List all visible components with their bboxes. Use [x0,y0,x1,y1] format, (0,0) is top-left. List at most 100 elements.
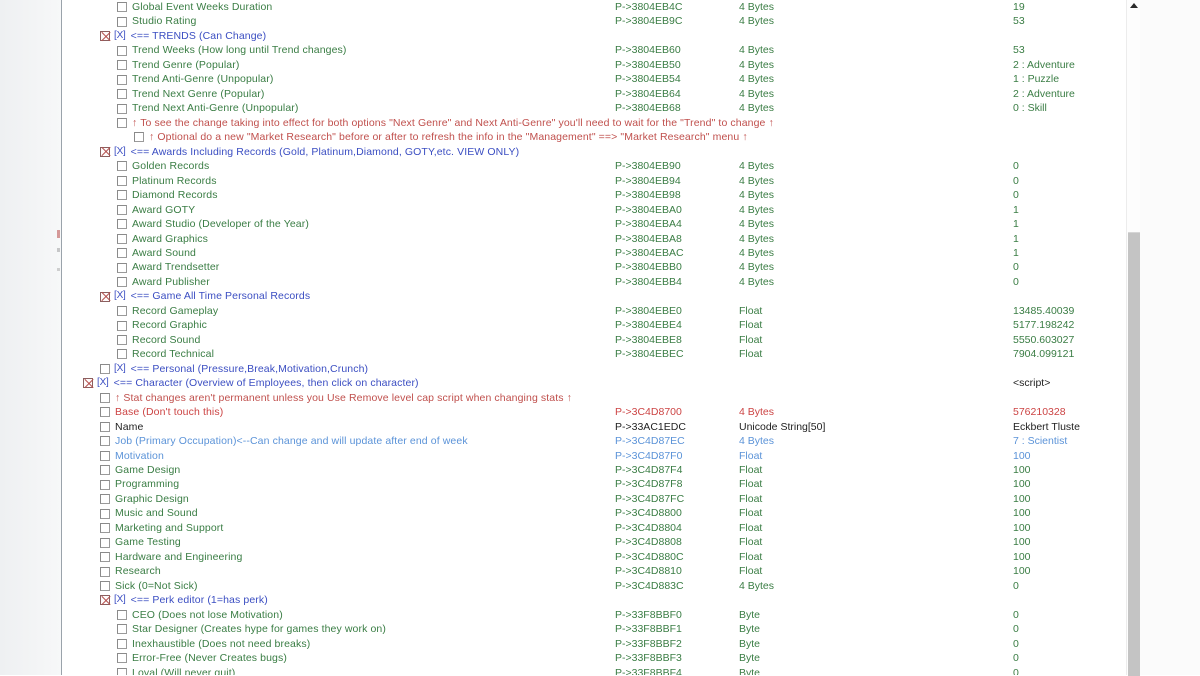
entry-checkbox[interactable] [100,465,110,476]
entry-address-cell[interactable]: P->3804EBE8 [615,333,682,347]
entry-description-cell[interactable]: Inexhaustible (Does not need breaks) [117,637,310,651]
entry-type-cell[interactable]: Float [739,564,762,578]
entry-checkbox[interactable] [117,335,127,346]
entry-description-cell[interactable]: Golden Records [117,159,209,173]
cheat-entry-row[interactable]: Game Design P->3C4D87F4 Float 100 [70,463,1126,477]
cheat-entry-row[interactable]: Hardware and Engineering P->3C4D880C Float… [70,550,1126,564]
entry-address-cell[interactable]: P->3C4D87FC [615,492,684,506]
entry-value-cell[interactable]: 100 [1013,564,1031,578]
entry-checkbox[interactable] [117,638,127,649]
cheat-entry-row[interactable]: Record Technical P->3804EBEC Float 7904.099… [70,347,1126,361]
entry-type-cell[interactable]: 4 Bytes [739,58,774,72]
entry-checkbox[interactable] [117,624,127,635]
cheat-entry-row[interactable]: Star Designer (Creates hype for games th… [70,622,1126,636]
entry-type-cell[interactable]: 4 Bytes [739,87,774,101]
entry-type-cell[interactable]: Float [739,506,762,520]
entry-type-cell[interactable]: 4 Bytes [739,405,774,419]
entry-value-cell[interactable]: 53 [1013,43,1025,57]
cheat-entry-row[interactable]: Music and Sound P->3C4D8800 Float 100 [70,506,1126,520]
entry-description-cell[interactable]: Star Designer (Creates hype for games th… [117,622,386,636]
entry-description-cell[interactable]: Global Event Weeks Duration [117,0,272,14]
entry-checkbox[interactable] [117,262,127,273]
entry-description-cell[interactable]: [X] <== Game All Time Personal Records [100,289,310,303]
entry-checkbox[interactable] [117,74,127,85]
entry-address-cell[interactable]: P->3804EB94 [615,174,681,188]
entry-type-cell[interactable]: Unicode String[50] [739,420,825,434]
entry-value-cell[interactable]: 576210328 [1013,405,1066,419]
entry-address-cell[interactable]: P->3804EBB4 [615,275,682,289]
entry-description-cell[interactable]: [X] <== Awards Including Records (Gold, P… [100,145,519,159]
cheat-entry-row[interactable]: Loyal (Will never quit) P->33F8BBF4 Byte 0 [70,666,1126,675]
cheat-entry-row[interactable]: Trend Next Genre (Popular) P->3804EB64 4 B… [70,87,1126,101]
cheat-entry-tree[interactable]: Global Event Weeks Duration P->3804EB4C 4 … [70,0,1126,675]
entry-description-cell[interactable]: Trend Next Genre (Popular) [117,87,264,101]
group-collapse-icon[interactable] [100,291,110,302]
entry-description-cell[interactable]: Game Design [100,463,180,477]
group-collapse-icon[interactable] [100,146,110,157]
entry-value-cell[interactable]: 100 [1013,506,1031,520]
entry-type-cell[interactable]: Float [739,463,762,477]
entry-value-cell[interactable]: 0 [1013,188,1019,202]
entry-checkbox[interactable] [117,320,127,331]
entry-checkbox[interactable] [100,566,110,577]
entry-type-cell[interactable]: 4 Bytes [739,203,774,217]
entry-type-cell[interactable]: 4 Bytes [739,174,774,188]
entry-type-cell[interactable]: Byte [739,637,760,651]
entry-address-cell[interactable]: P->3C4D8800 [615,506,682,520]
entry-description-cell[interactable]: CEO (Does not lose Motivation) [117,608,283,622]
entry-type-cell[interactable]: 4 Bytes [739,188,774,202]
entry-type-cell[interactable]: Float [739,304,762,318]
entry-description-cell[interactable]: [X] <== Character (Overview of Employees,… [83,376,419,390]
entry-checkbox[interactable] [117,248,127,259]
entry-description-cell[interactable]: Music and Sound [100,506,198,520]
entry-description-cell[interactable]: Research [100,564,161,578]
entry-address-cell[interactable]: P->3804EBAC [615,246,684,260]
cheat-entry-row[interactable]: Platinum Records P->3804EB94 4 Bytes 0 [70,174,1126,188]
entry-address-cell[interactable]: P->3C4D87F4 [615,463,682,477]
entry-address-cell[interactable]: P->3804EB68 [615,101,681,115]
entry-description-cell[interactable]: Award Sound [117,246,196,260]
entry-type-cell[interactable]: Float [739,492,762,506]
entry-type-cell[interactable]: Float [739,333,762,347]
entry-checkbox[interactable] [117,117,127,128]
entry-description-cell[interactable]: Award GOTY [117,203,195,217]
entry-address-cell[interactable]: P->3804EB4C [615,0,682,14]
group-collapse-icon[interactable] [100,595,110,606]
entry-description-cell[interactable]: Record Technical [117,347,214,361]
entry-value-cell[interactable]: 0 [1013,622,1019,636]
cheat-entry-row[interactable]: Job (Primary Occupation)<--Can change an… [70,434,1126,448]
entry-checkbox[interactable] [117,161,127,172]
entry-address-cell[interactable]: P->3804EBA8 [615,232,682,246]
entry-value-cell[interactable]: 5550.603027 [1013,333,1074,347]
cheat-entry-row[interactable]: [X] <== Character (Overview of Employees,… [70,376,1126,390]
cheat-entry-row[interactable]: Sick (0=Not Sick) P->3C4D883C 4 Bytes 0 [70,579,1126,593]
entry-description-cell[interactable]: Trend Anti-Genre (Unpopular) [117,72,273,86]
entry-checkbox[interactable] [100,363,110,374]
entry-value-cell[interactable]: 0 [1013,651,1019,665]
entry-description-cell[interactable]: ↑ To see the change taking into effect f… [117,116,774,130]
entry-type-cell[interactable]: 4 Bytes [739,0,774,14]
entry-address-cell[interactable]: P->3804EBE0 [615,304,682,318]
entry-type-cell[interactable]: Byte [739,651,760,665]
entry-address-cell[interactable]: P->33F8BBF0 [615,608,682,622]
entry-address-cell[interactable]: P->3804EB50 [615,58,681,72]
entry-value-cell[interactable]: 1 [1013,203,1019,217]
entry-checkbox[interactable] [100,494,110,505]
entry-description-cell[interactable]: Name [100,420,143,434]
entry-value-cell[interactable]: 1 : Puzzle [1013,72,1059,86]
entry-address-cell[interactable]: P->3804EB64 [615,87,681,101]
cheat-entry-row[interactable]: Award Studio (Developer of the Year) P->3… [70,217,1126,231]
entry-value-cell[interactable]: 100 [1013,449,1031,463]
cheat-entry-row[interactable]: Marketing and Support P->3C4D8804 Float 100 [70,521,1126,535]
entry-value-cell[interactable]: 100 [1013,463,1031,477]
cheat-entry-row[interactable]: [X] <== Perk editor (1=has perk) [70,593,1126,607]
entry-address-cell[interactable]: P->3804EBE4 [615,318,682,332]
entry-description-cell[interactable]: Diamond Records [117,188,218,202]
entry-description-cell[interactable]: Graphic Design [100,492,189,506]
cheat-entry-row[interactable]: Award Graphics P->3804EBA8 4 Bytes 1 [70,232,1126,246]
entry-checkbox[interactable] [100,508,110,519]
entry-type-cell[interactable]: 4 Bytes [739,579,774,593]
entry-type-cell[interactable]: Byte [739,666,760,675]
entry-value-cell[interactable]: 1 [1013,217,1019,231]
entry-checkbox[interactable] [100,523,110,534]
